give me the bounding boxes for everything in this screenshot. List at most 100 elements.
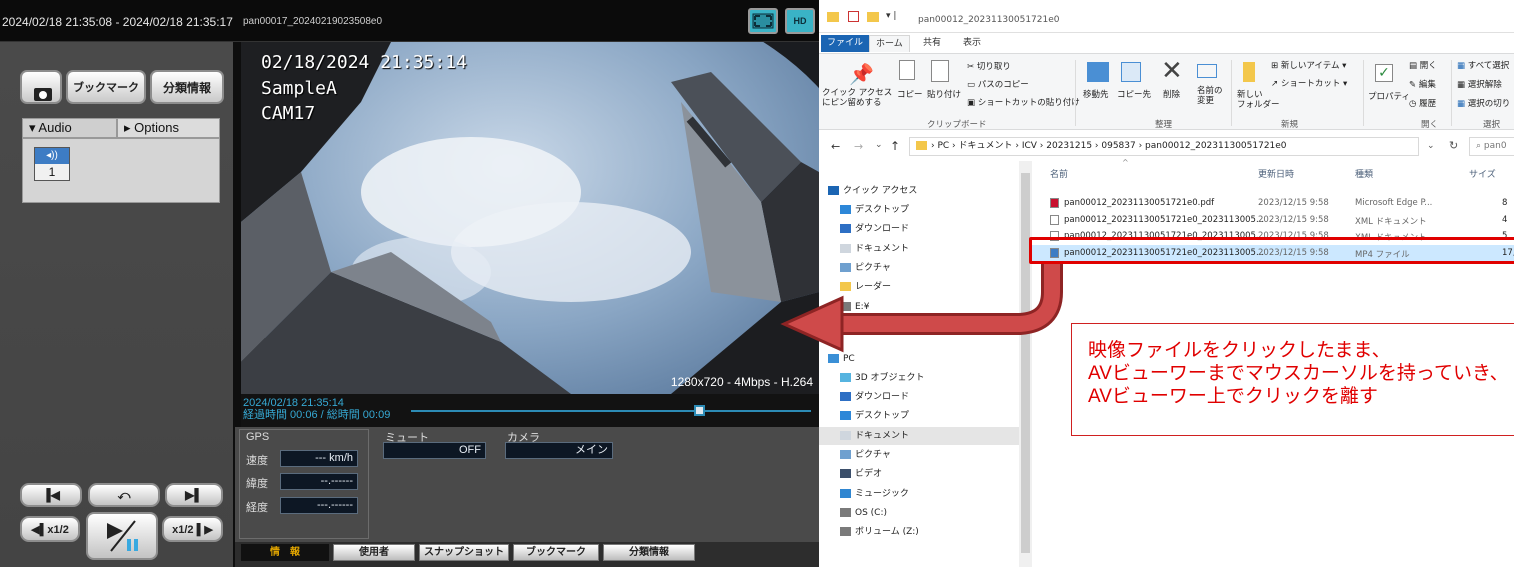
seek-bar-area: 2024/02/18 21:35:14 経過時間 00:06 / 総時間 00:0… — [241, 394, 819, 427]
select-all-icon: ▦ — [1457, 61, 1468, 71]
slow-backward-button[interactable]: ◀▌x1/2 — [20, 516, 80, 542]
snapshot-button[interactable] — [20, 70, 62, 104]
file-name: pan00012_20231130051721e0_2023113005... — [1064, 215, 1265, 225]
tab-audio[interactable]: ▾ Audio — [22, 118, 117, 138]
menu-view[interactable]: 表示 — [957, 35, 987, 52]
rename-icon — [1197, 64, 1217, 78]
delete-button[interactable]: 削除 — [1163, 88, 1180, 100]
history-button[interactable]: ◷ 履歴 — [1409, 97, 1436, 109]
play-pause-button[interactable] — [86, 512, 158, 560]
tab-info[interactable]: 情 報 — [241, 544, 329, 561]
copy-path-button[interactable]: ▭ パスのコピー — [967, 78, 1029, 90]
menu-home[interactable]: ホーム — [869, 35, 910, 52]
select-none-button[interactable]: ▦ 選択解除 — [1457, 78, 1502, 90]
longitude-label: 経度 — [246, 502, 268, 514]
tab-user[interactable]: 使用者 — [333, 544, 415, 561]
column-header-type[interactable]: 種類 — [1355, 167, 1373, 180]
nav-item[interactable]: ダウンロード⊸ — [840, 220, 1028, 238]
column-header-name[interactable]: 名前 — [1050, 167, 1068, 180]
ribbon-separator — [1231, 60, 1232, 126]
menu-share[interactable]: 共有 — [917, 35, 947, 52]
tab-bookmark[interactable]: ブックマーク — [513, 544, 599, 561]
nav-item-label: ミュージック — [855, 489, 909, 499]
nav-item-label: ビデオ — [855, 469, 883, 479]
nav-item[interactable]: クイック アクセス — [828, 182, 917, 200]
menu-file[interactable]: ファイル — [821, 35, 870, 52]
nav-item[interactable]: ドキュメント⊸ — [840, 240, 1028, 258]
search-input[interactable]: ⌕ pan0 — [1469, 137, 1514, 156]
folder-icon — [916, 141, 927, 150]
column-header-date[interactable]: 更新日時 — [1258, 167, 1294, 180]
viewer-title-bar: 2024/02/18 21:35:08 - 2024/02/18 21:35:1… — [0, 0, 819, 42]
slow-forward-button[interactable]: x1/2 ▌▶ — [162, 516, 223, 542]
move-to-button[interactable]: 移動先 — [1083, 88, 1109, 100]
bookmark-button[interactable]: ブックマーク — [66, 70, 146, 104]
properties-icon[interactable] — [848, 11, 859, 22]
address-dropdown-icon[interactable]: ⌄ — [1427, 141, 1435, 151]
nav-item[interactable]: ドキュメント — [819, 427, 1019, 445]
invert-selection-button[interactable]: ▦ 選択の切り — [1457, 97, 1510, 109]
scissors-icon: ✂ — [967, 62, 977, 72]
nav-item[interactable]: OS (C:) — [840, 504, 887, 522]
select-all-button[interactable]: ▦ すべて選択 — [1457, 59, 1509, 71]
audio-channel-button[interactable]: ◂)) 1 — [34, 147, 70, 181]
select-all-label: すべて選択 — [1467, 61, 1510, 71]
nav-item[interactable]: デスクトップ⊸ — [840, 201, 1028, 219]
history-icon: ◷ — [1409, 99, 1420, 109]
drive-icon — [840, 527, 851, 536]
seek-track[interactable] — [411, 410, 811, 412]
easy-access-icon: ↗ — [1271, 79, 1281, 89]
seek-handle[interactable] — [694, 405, 705, 416]
prev-frame-button[interactable]: ▐◀ — [20, 483, 82, 507]
file-row[interactable]: pan00012_20231130051721e0.pdf 2023/12/15 … — [1032, 195, 1514, 212]
repeat-button[interactable]: ⤺ — [88, 483, 160, 507]
next-frame-button[interactable]: ▶▌ — [165, 483, 223, 507]
up-icon[interactable]: ↑ — [890, 139, 900, 153]
tab-options[interactable]: ▸ Options — [117, 118, 220, 138]
new-folder-button[interactable]: 新しい フォルダー — [1237, 90, 1280, 110]
refresh-icon[interactable]: ↻ — [1449, 139, 1458, 152]
skip-forward-icon: ▶▌ — [185, 488, 203, 502]
paste-shortcut-button[interactable]: ▣ ショートカットの貼り付け — [967, 96, 1080, 108]
recent-dropdown-icon[interactable]: ⌄ — [875, 140, 883, 150]
new-item-button[interactable]: ⊞ 新しいアイテム ▾ — [1271, 59, 1346, 71]
copy-button[interactable]: コピー — [897, 88, 923, 100]
easy-access-button[interactable]: ↗ ショートカット ▾ — [1271, 77, 1347, 89]
viewer-time-range: 2024/02/18 21:35:08 - 2024/02/18 21:35:1… — [2, 15, 233, 29]
file-row[interactable]: pan00012_20231130051721e0_2023113005... 2… — [1032, 212, 1514, 229]
tab-snapshot[interactable]: スナップショット — [419, 544, 509, 561]
nav-item-label: デスクトップ — [855, 205, 910, 215]
column-header-size[interactable]: サイズ — [1469, 167, 1496, 180]
cut-button[interactable]: ✂ 切り取り — [967, 60, 1011, 72]
video-display[interactable]: 02/18/2024 21:35:14 SampleA CAM17 1280x7… — [241, 42, 819, 394]
nav-item[interactable]: ボリューム (Z:) — [840, 523, 919, 541]
bottom-tab-bar: 情 報 使用者 スナップショット ブックマーク 分類情報 — [235, 542, 819, 567]
speed-value: --- — [315, 452, 327, 464]
instruction-callout: 映像ファイルをクリックしたまま、 AVビューワーまでマウスカーソルを持っていき、… — [1071, 323, 1514, 436]
nav-item[interactable]: ミュージック — [840, 485, 909, 503]
tab-classification[interactable]: 分類情報 — [603, 544, 695, 561]
properties-button[interactable]: プロパティ — [1368, 90, 1410, 102]
address-bar[interactable]: › PC › ドキュメント › ICV › 20231215 › 095837 … — [909, 137, 1419, 156]
classification-button[interactable]: 分類情報 — [150, 70, 224, 104]
copy-to-button[interactable]: コピー先 — [1117, 88, 1151, 100]
open-button[interactable]: ▤ 開く — [1409, 59, 1437, 71]
rename-button[interactable]: 名前の 変更 — [1197, 86, 1223, 106]
gps-group: GPS 速度 --- km/h 緯度 --.------ 経度 ---.----… — [239, 429, 369, 539]
quick-access-dropdown-icon[interactable]: ▾ | — [886, 11, 896, 21]
hd-icon[interactable]: HD — [785, 8, 815, 34]
forward-icon[interactable]: → — [854, 140, 863, 153]
nav-item[interactable]: ピクチャ — [840, 446, 891, 464]
nav-item[interactable]: デスクトップ — [840, 407, 909, 425]
nav-item[interactable]: ダウンロード — [840, 388, 909, 406]
easy-access-label: ショートカット — [1280, 79, 1341, 89]
edit-button[interactable]: ✎ 編集 — [1409, 78, 1436, 90]
pin-quick-access-button[interactable]: クイック アクセス にピン留めする — [822, 88, 892, 108]
back-icon[interactable]: ← — [831, 140, 840, 153]
fullscreen-icon[interactable] — [748, 8, 778, 34]
osd-datetime: 02/18/2024 21:35:14 — [261, 52, 467, 73]
nav-item[interactable]: ビデオ — [840, 465, 882, 483]
paste-button[interactable]: 貼り付け — [927, 88, 961, 100]
search-text: pan0 — [1483, 141, 1507, 151]
new-folder-icon[interactable] — [867, 12, 879, 22]
